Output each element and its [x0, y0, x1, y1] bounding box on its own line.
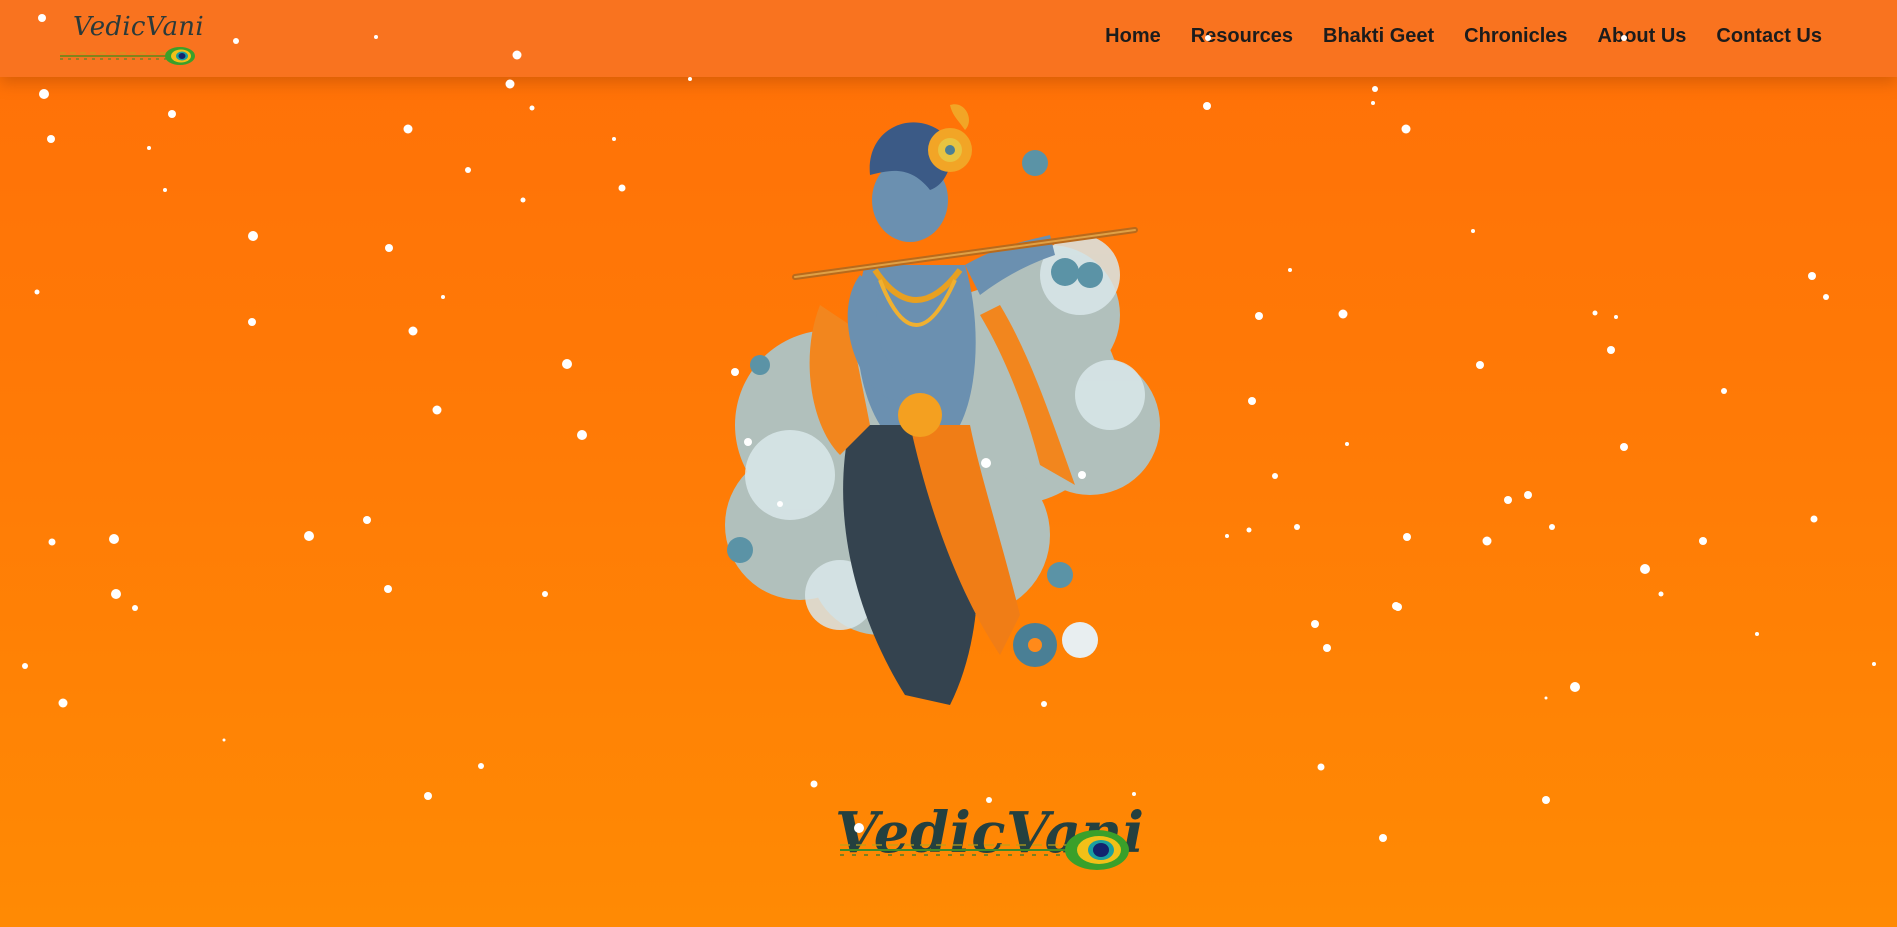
navbar: VedicVani Home Resources Bhakti Geet Chr…: [0, 0, 1897, 77]
brand-logo[interactable]: VedicVani: [58, 12, 204, 72]
brand-logo-text: VedicVani: [73, 12, 204, 42]
nav-home-link[interactable]: Home: [1105, 25, 1161, 48]
peacock-feather-icon: [60, 47, 195, 65]
nav-about-us-link[interactable]: About Us: [1598, 25, 1687, 48]
nav-chronicles-link[interactable]: Chronicles: [1464, 25, 1567, 48]
nav-resources-link[interactable]: Resources: [1191, 25, 1293, 48]
hero-illustration: [680, 95, 1220, 725]
nav-bhakti-geet-link[interactable]: Bhakti Geet: [1323, 25, 1434, 48]
hero-brand-logo: VedicVani: [835, 800, 1144, 880]
main-nav: Home Resources Bhakti Geet Chronicles Ab…: [1105, 25, 1822, 48]
peacock-feather-icon: [840, 830, 1129, 870]
krishna-flute-illustration-icon: [725, 104, 1160, 705]
nav-contact-us-link[interactable]: Contact Us: [1716, 25, 1822, 48]
